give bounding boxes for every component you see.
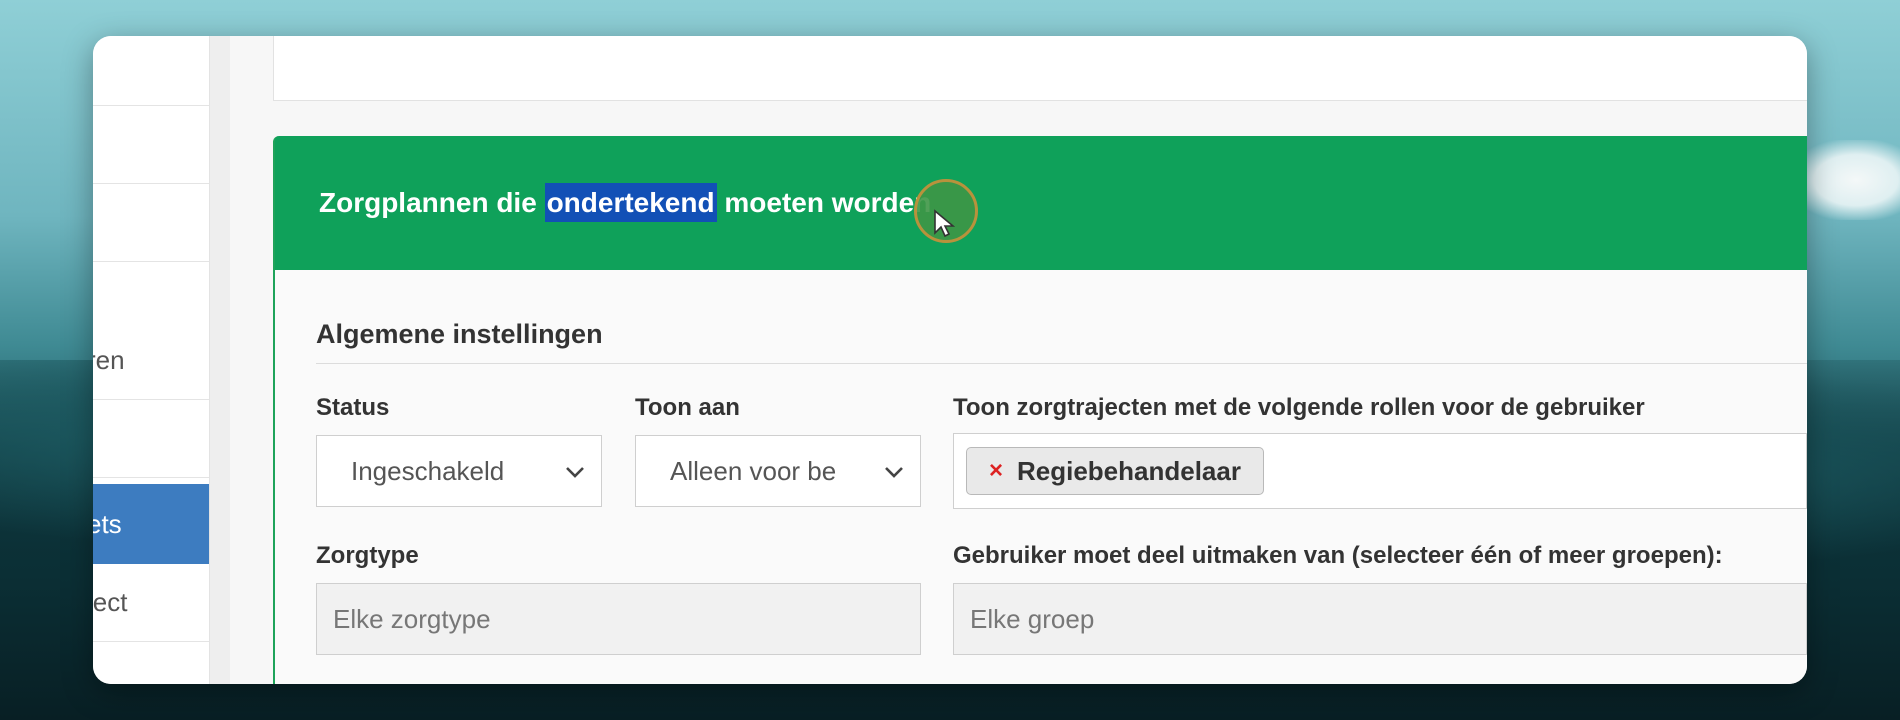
status-select[interactable]: Ingeschakeld [316, 435, 602, 507]
groepen-placeholder: Elke groep [970, 603, 1095, 634]
role-tag: × Regiebehandelaar [966, 447, 1264, 495]
toon-aan-value: Alleen voor be [670, 455, 837, 486]
groepen-label: Gebruiker moet deel uitmaken van (select… [953, 542, 1723, 569]
top-panel [273, 36, 1807, 101]
card-header: Zorgplannen die ondertekend moeten worde… [275, 136, 1807, 270]
sidebar-item-3[interactable] [93, 184, 209, 262]
zorgtype-placeholder: Elke zorgtype [333, 603, 491, 634]
sidebar-item-active[interactable]: ets [93, 484, 209, 564]
sidebar-item-1[interactable] [93, 36, 209, 106]
sidebar-item-5[interactable] [93, 400, 209, 478]
sidebar-item-label: ets [93, 508, 122, 539]
rollen-label: Toon zorgtrajecten met de volgende rolle… [953, 394, 1645, 421]
role-tag-label: Regiebehandelaar [1017, 455, 1241, 486]
status-value: Ingeschakeld [351, 455, 505, 486]
toon-aan-select[interactable]: Alleen voor be [635, 435, 921, 507]
card-title-end: moeten worden [716, 187, 932, 218]
section-title: Algemene instellingen [316, 319, 603, 349]
groepen-input[interactable]: Elke groep [953, 583, 1807, 655]
zorgtype-label: Zorgtype [316, 542, 419, 569]
chevron-down-icon [563, 460, 587, 491]
mouse-pointer-icon [933, 209, 956, 244]
section-divider [316, 363, 1807, 364]
sidebar-item-4[interactable]: ren [93, 322, 209, 400]
sidebar-item-7[interactable]: ject [93, 564, 209, 642]
sidebar-divider [210, 36, 230, 684]
card-title-start: Zorgplannen die [319, 187, 545, 218]
sidebar-item-2[interactable] [93, 106, 209, 184]
sidebar-item-label: ren [93, 345, 125, 375]
selected-text: ondertekend [544, 183, 717, 222]
sidebar-item-label: ject [93, 587, 128, 617]
sidebar: ren ets ject [93, 36, 210, 684]
remove-tag-icon[interactable]: × [989, 457, 1003, 485]
status-label: Status [316, 394, 390, 421]
zorgtype-input[interactable]: Elke zorgtype [316, 583, 921, 655]
chevron-down-icon [882, 460, 906, 491]
card-title: Zorgplannen die ondertekend moeten worde… [319, 183, 932, 222]
app-window: ren ets ject Zorgplannen die ondertekend… [93, 36, 1807, 684]
toon-aan-label: Toon aan [635, 394, 740, 421]
rollen-multiselect[interactable]: × Regiebehandelaar [953, 433, 1807, 509]
